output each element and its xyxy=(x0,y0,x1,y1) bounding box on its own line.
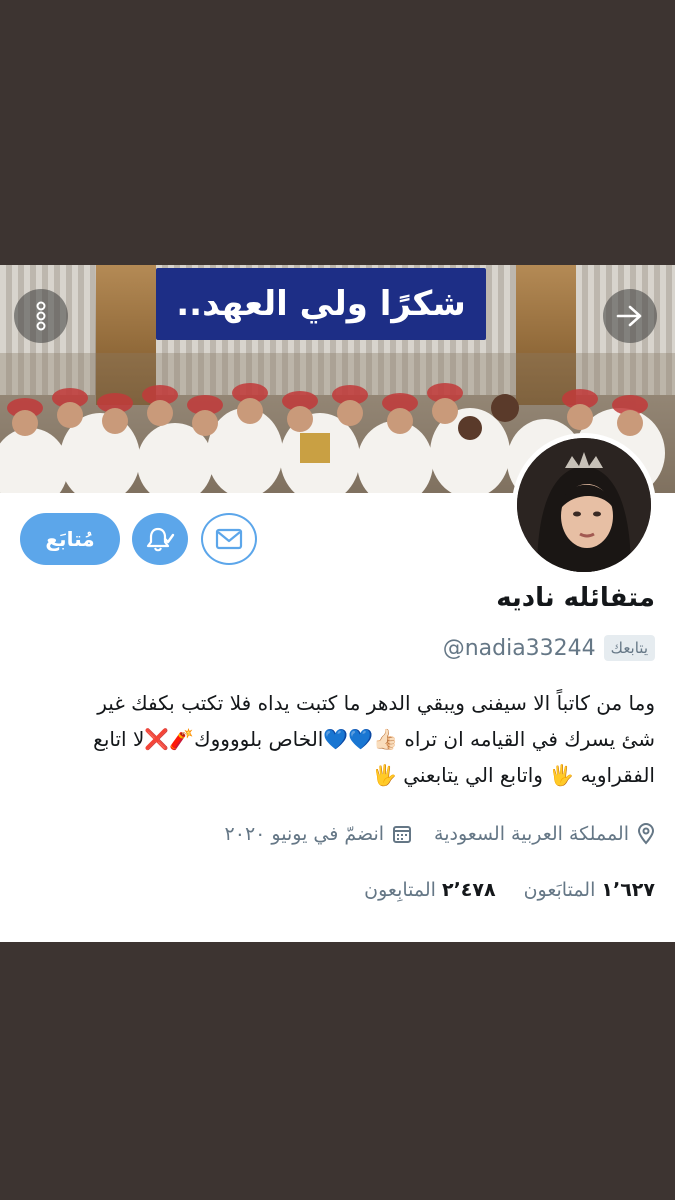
follow-stats: ١٬٦٢٧ المتابَعون ٢٬٤٧٨ المتابِعون xyxy=(364,879,655,901)
join-date-text: انضمّ في يونيو ٢٠٢٠ xyxy=(224,823,385,845)
join-date: انضمّ في يونيو ٢٠٢٠ xyxy=(225,823,413,845)
arrow-right-icon xyxy=(616,305,642,327)
avatar-photo xyxy=(517,438,651,572)
following-stat[interactable]: ١٬٦٢٧ المتابَعون xyxy=(524,879,655,901)
followers-stat[interactable]: ٢٬٤٧٨ المتابِعون xyxy=(364,879,495,901)
profile-card: شكرًا ولي العهد.. مُتابَع متفائله ناديه … xyxy=(0,265,675,942)
display-name: متفائله ناديه xyxy=(496,583,655,613)
more-options-button[interactable] xyxy=(14,289,68,343)
follows-you-badge: يتابعك xyxy=(603,635,655,661)
profile-meta: المملكة العربية السعودية انضمّ في يونيو … xyxy=(225,823,655,845)
bio-line: شئ يسرك في القيامه ان تراه 👍🏻💙💙الخاص بلو… xyxy=(93,727,655,751)
banner-headline-text: شكرًا ولي العهد.. xyxy=(176,284,466,324)
notifications-button[interactable] xyxy=(132,513,188,565)
followers-label: المتابِعون xyxy=(364,879,436,901)
handle-row: @nadia33244 يتابعك xyxy=(443,635,655,661)
location-pin-icon xyxy=(637,823,655,845)
following-label: المتابَعون xyxy=(523,879,596,901)
location: المملكة العربية السعودية xyxy=(434,823,655,845)
calendar-icon xyxy=(393,826,412,843)
user-handle: @nadia33244 xyxy=(442,635,596,661)
banner-headline: شكرًا ولي العهد.. xyxy=(156,268,486,340)
following-button-label: مُتابَع xyxy=(45,527,95,551)
next-button[interactable] xyxy=(603,289,657,343)
followers-count: ٢٬٤٧٨ xyxy=(441,879,496,901)
location-text: المملكة العربية السعودية xyxy=(434,823,629,845)
mail-icon xyxy=(215,528,243,550)
bio-line: الفقراويه 🖐 واتابع الي يتابعني 🖐 xyxy=(371,763,655,787)
following-count: ١٬٦٢٧ xyxy=(601,879,655,901)
bio-line: وما من كاتباً الا سيفنى ويبقي الدهر ما ك… xyxy=(97,691,655,715)
more-vertical-icon xyxy=(36,301,46,331)
profile-avatar[interactable] xyxy=(512,433,656,577)
following-button[interactable]: مُتابَع xyxy=(20,513,120,565)
bell-check-icon xyxy=(146,527,175,552)
message-button[interactable] xyxy=(201,513,257,565)
profile-bio: وما من كاتباً الا سيفنى ويبقي الدهر ما ك… xyxy=(20,685,655,793)
